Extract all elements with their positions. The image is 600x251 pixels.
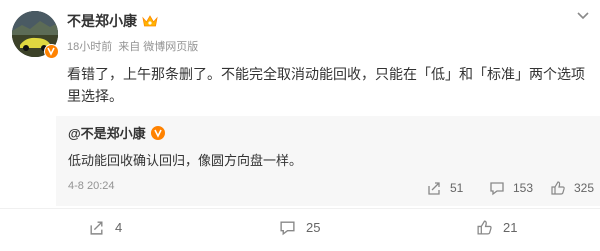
thumbs-up-icon [551,181,565,195]
repost-date[interactable]: 4-8 20:24 [68,180,114,192]
share-icon [428,182,440,195]
post-text: 看错了，上午那条删了。不能完全取消动能回收，只能在「低」和「标准」两个选项里选择… [67,66,585,104]
repost-text: 低动能回收确认回归，像圆方向盘一样。 [68,153,303,168]
share-icon [90,221,103,235]
author-name[interactable]: 不是郑小康 [67,11,137,31]
action-bar: 4 25 21 [0,219,600,245]
comment-button[interactable]: 25 [279,219,320,236]
crown-badge-icon [142,15,158,27]
repost-share-count: 51 [450,181,464,195]
post-meta: 18小时前 来自 微博网页版 [67,38,198,54]
like-count: 21 [503,220,518,235]
thumbs-up-icon [477,220,492,235]
post-time[interactable]: 18小时前 [67,38,112,54]
share-count: 4 [115,220,123,235]
repost-comment-button[interactable]: 153 [489,180,533,196]
divider [0,208,600,209]
repost-share-button[interactable]: 51 [426,180,463,196]
post-source: 来自 微博网页版 [118,41,199,53]
author-row: 不是郑小康 [67,11,158,31]
repost-like-button[interactable]: 325 [550,180,594,196]
weibo-post-card: 不是郑小康 18小时前 来自 微博网页版 看错了，上午那条删了。不能完全取消动能… [0,0,600,251]
comment-icon [280,221,295,236]
repost-author-name[interactable]: @不是郑小康 [68,123,146,142]
like-button[interactable]: 21 [476,219,517,236]
comment-icon [490,182,504,196]
verified-badge-icon [150,125,165,140]
chevron-down-icon[interactable] [574,6,592,24]
repost-like-count: 325 [574,181,595,195]
repost-comment-count: 153 [513,181,534,195]
share-button[interactable]: 4 [88,219,122,236]
repost-card[interactable]: @不是郑小康 低动能回收确认回归，像圆方向盘一样。 4-8 20:24 51 1… [56,116,600,206]
verified-badge-icon [44,44,59,59]
repost-author-row: @不是郑小康 [68,123,165,142]
comment-count: 25 [306,220,321,235]
